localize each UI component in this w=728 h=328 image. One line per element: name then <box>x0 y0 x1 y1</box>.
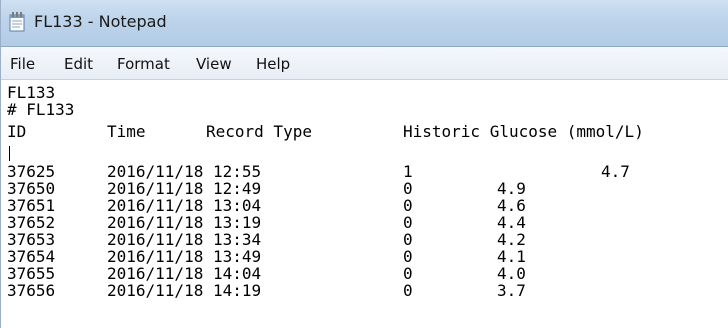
menu-file[interactable]: File <box>10 55 35 73</box>
table-row: 37625 2016/11/18 12:55 1 4.7 <box>7 163 727 180</box>
cell-time: 2016/11/18 12:49 <box>107 179 262 198</box>
cell-id: 37656 <box>7 281 56 300</box>
menu-help[interactable]: Help <box>256 55 290 73</box>
cell-id: 37653 <box>7 230 56 249</box>
cell-id: 37651 <box>7 196 56 215</box>
table-row: 37655 2016/11/18 14:04 0 4.0 <box>7 265 727 282</box>
menu-bar: File Edit Format View Help <box>1 47 728 80</box>
cell-glucose: 4.1 <box>497 247 526 266</box>
table-row: 37653 2016/11/18 13:34 0 4.2 <box>7 231 727 248</box>
header-historic-glucose: Historic Glucose (mmol/L) <box>403 122 644 141</box>
notepad-icon[interactable] <box>9 12 25 32</box>
menu-edit[interactable]: Edit <box>64 55 93 73</box>
cell-glucose: 4.6 <box>497 196 526 215</box>
cell-glucose: 4.7 <box>601 162 630 181</box>
cell-id: 37655 <box>7 264 56 283</box>
cell-glucose: 4.2 <box>497 230 526 249</box>
cell-glucose: 3.7 <box>497 281 526 300</box>
cell-glucose: 4.9 <box>497 179 526 198</box>
cell-record-type: 0 <box>403 179 413 198</box>
cell-time: 2016/11/18 13:49 <box>107 247 262 266</box>
cell-time: 2016/11/18 14:04 <box>107 264 262 283</box>
cell-glucose: 4.4 <box>497 213 526 232</box>
window-title: FL133 - Notepad <box>34 12 167 31</box>
cell-id: 37652 <box>7 213 56 232</box>
text-editor-area[interactable]: FL133 # FL133 ID Time Record Type Histor… <box>1 80 728 328</box>
table-row: 37651 2016/11/18 13:04 0 4.6 <box>7 197 727 214</box>
cell-record-type: 1 <box>403 162 413 181</box>
text-caret <box>9 146 10 161</box>
menu-view[interactable]: View <box>196 55 232 73</box>
cell-time: 2016/11/18 13:04 <box>107 196 262 215</box>
cell-time: 2016/11/18 14:19 <box>107 281 262 300</box>
column-header-row: ID Time Record Type Historic Glucose (mm… <box>7 123 727 140</box>
table-row: 37654 2016/11/18 13:49 0 4.1 <box>7 248 727 265</box>
document-line-comment: # FL133 <box>7 100 75 119</box>
cell-glucose: 4.0 <box>497 264 526 283</box>
cell-record-type: 0 <box>403 213 413 232</box>
cell-record-type: 0 <box>403 196 413 215</box>
title-bar[interactable]: FL133 - Notepad <box>1 0 728 47</box>
cell-record-type: 0 <box>403 264 413 283</box>
header-time: Time <box>107 122 146 141</box>
menu-format[interactable]: Format <box>117 55 170 73</box>
cell-id: 37625 <box>7 162 56 181</box>
cell-id: 37654 <box>7 247 56 266</box>
table-row: 37656 2016/11/18 14:19 0 3.7 <box>7 282 727 299</box>
table-row: 37650 2016/11/18 12:49 0 4.9 <box>7 180 727 197</box>
cell-id: 37650 <box>7 179 56 198</box>
cell-time: 2016/11/18 12:55 <box>107 162 262 181</box>
cell-record-type: 0 <box>403 247 413 266</box>
header-id: ID <box>7 122 27 141</box>
cell-record-type: 0 <box>403 281 413 300</box>
cell-time: 2016/11/18 13:34 <box>107 230 262 249</box>
table-row: 37652 2016/11/18 13:19 0 4.4 <box>7 214 727 231</box>
cell-time: 2016/11/18 13:19 <box>107 213 262 232</box>
document-line-name: FL133 <box>7 83 56 102</box>
header-record-type: Record Type <box>206 122 312 141</box>
notepad-window: FL133 - Notepad File Edit Format View He… <box>0 0 728 328</box>
cell-record-type: 0 <box>403 230 413 249</box>
